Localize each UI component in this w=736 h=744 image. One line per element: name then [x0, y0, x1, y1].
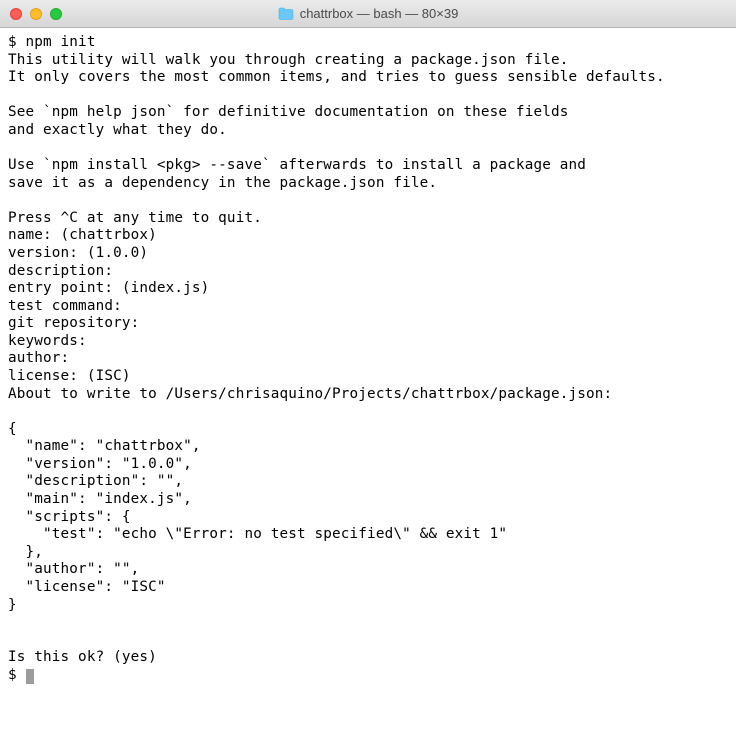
terminal-window: chattrbox — bash — 80×39 $ npm init This…	[0, 0, 736, 744]
maximize-button[interactable]	[50, 8, 62, 20]
cursor	[26, 669, 34, 684]
minimize-button[interactable]	[30, 8, 42, 20]
window-title: chattrbox — bash — 80×39	[300, 6, 459, 21]
title-wrap: chattrbox — bash — 80×39	[0, 6, 736, 21]
prompt: $	[8, 667, 26, 683]
terminal-content[interactable]: $ npm init This utility will walk you th…	[0, 28, 736, 744]
folder-icon	[278, 7, 294, 20]
terminal-output: $ npm init This utility will walk you th…	[8, 34, 665, 665]
titlebar[interactable]: chattrbox — bash — 80×39	[0, 0, 736, 28]
close-button[interactable]	[10, 8, 22, 20]
traffic-lights	[0, 8, 62, 20]
